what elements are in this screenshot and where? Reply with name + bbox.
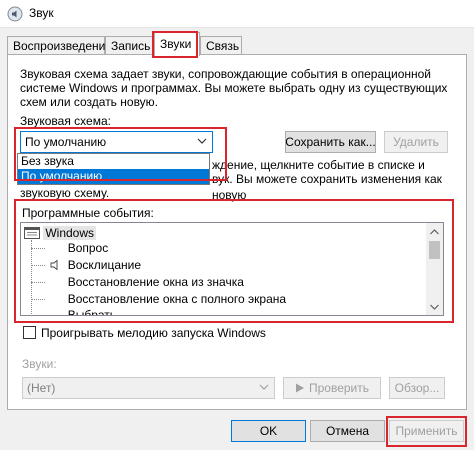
scheme-option-default[interactable]: По умолчанию [18,169,209,184]
window-icon [24,227,40,239]
startup-sound-label: Проигрывать мелодию запуска Windows [41,326,266,340]
scroll-up-icon[interactable] [426,223,443,240]
scheme-option-silent[interactable]: Без звука [18,154,209,169]
scroll-down-icon[interactable] [426,298,443,315]
hint-line-2: вук. Вы можете сохранить изменения как н… [212,172,442,202]
apply-button: Применить [389,420,464,442]
cancel-button[interactable]: Отмена [310,420,385,442]
test-sound-label: Проверить [308,381,369,395]
chevron-down-icon [259,384,269,390]
startup-sound-checkbox[interactable] [23,326,36,339]
speaker-icon [50,259,58,271]
event-item[interactable]: Восклицание [31,257,141,274]
tree-root-label: Windows [43,226,97,240]
title-bar: Звук [0,0,474,28]
events-label: Программные события: [22,206,154,220]
scheme-dropdown-list: Без звука По умолчанию [17,153,210,185]
hint-line-3: звуковую схему. [20,186,110,200]
scheme-select[interactable]: По умолчанию [20,131,213,153]
event-label: Вопрос [67,241,109,255]
event-item[interactable]: Выбрать [31,307,117,316]
tab-playback[interactable]: Воспроизведение [7,36,112,55]
tab-communications[interactable]: Связь [200,36,242,55]
event-label: Восстановление окна из значка [67,275,244,289]
event-item[interactable]: Восстановление окна из значка [31,274,244,291]
event-item[interactable]: Вопрос [31,240,108,257]
save-as-button[interactable]: Сохранить как... [285,131,376,153]
sounds-label: Звуки: [22,357,57,371]
scroll-thumb[interactable] [429,241,440,259]
window-title: Звук [29,6,54,20]
delete-scheme-button: Удалить [384,131,448,153]
events-listbox[interactable]: Windows Вопрос Восклицание Восстановлени… [20,222,444,316]
play-icon [295,383,304,393]
description-line-3: схем или создать новую. [20,95,159,109]
event-label: Выбрать [67,308,117,316]
speaker-icon [7,6,23,22]
sound-selected-value: (Нет) [27,381,56,395]
chevron-down-icon [197,138,207,144]
tab-sounds[interactable]: Звуки [154,32,200,56]
event-label: Восстановление окна с полного экрана [67,292,287,306]
event-label: Восклицание [67,258,142,272]
event-item[interactable]: Восстановление окна с полного экрана [31,291,286,308]
events-scrollbar[interactable] [426,223,443,315]
scheme-label: Звуковая схема: [20,114,111,128]
tab-recording[interactable]: Запись [105,36,154,55]
sound-select: (Нет) [22,377,275,399]
ok-button[interactable]: OK [231,420,306,442]
browse-button: Обзор... [389,377,445,399]
test-sound-button: Проверить [283,377,381,399]
scheme-selected-value: По умолчанию [25,135,107,149]
